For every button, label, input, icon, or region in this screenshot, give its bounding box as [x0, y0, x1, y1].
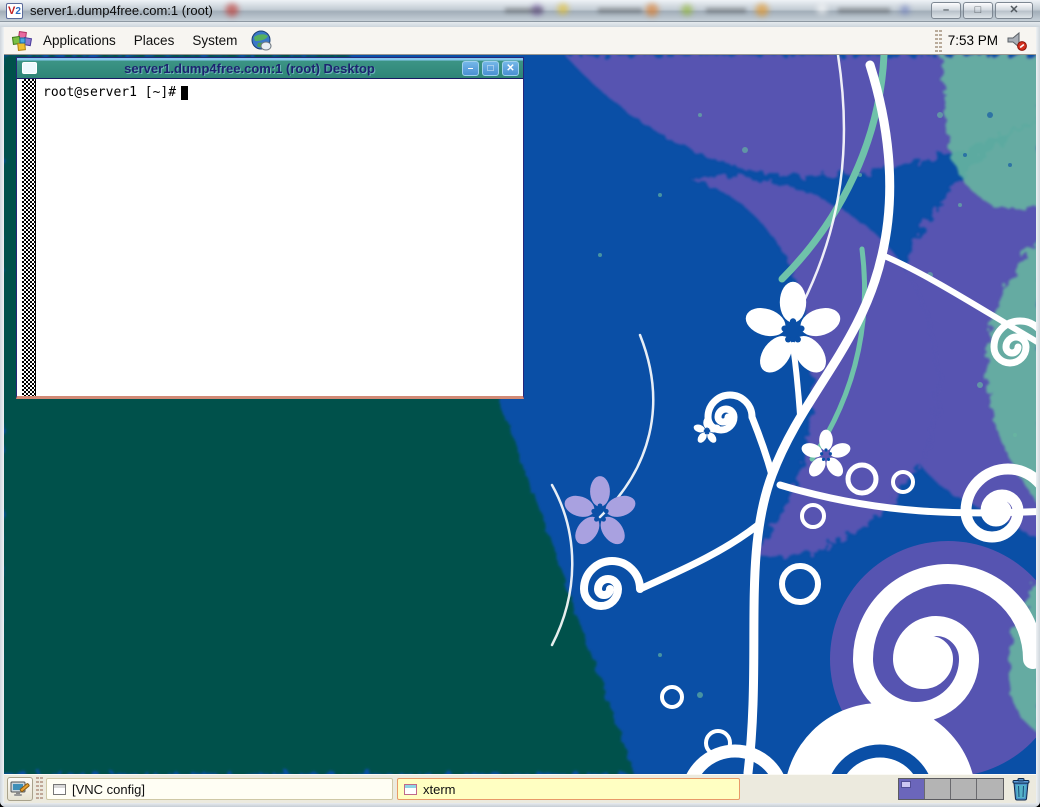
- vnc-viewer-window: V2 server1.dump4free.com:1 (root) – □ ✕ …: [0, 0, 1040, 807]
- xterm-maximize-button[interactable]: □: [482, 61, 499, 76]
- window-frame-left: [0, 27, 4, 807]
- close-button[interactable]: ✕: [995, 2, 1033, 19]
- window-frame-right: [1036, 27, 1040, 807]
- xterm-window-menu-button[interactable]: [22, 62, 37, 74]
- desktop: server1.dump4free.com:1 (root) Desktop –…: [4, 55, 1036, 774]
- vnc-viewer-titlebar[interactable]: V2 server1.dump4free.com:1 (root) – □ ✕: [0, 0, 1040, 22]
- task-button-xterm[interactable]: xterm: [397, 778, 740, 800]
- xterm-window: server1.dump4free.com:1 (root) Desktop –…: [16, 57, 524, 399]
- clock-applet[interactable]: 7:53 PM: [948, 33, 998, 48]
- volume-muted-icon[interactable]: [1006, 31, 1028, 51]
- xterm-titlebar[interactable]: server1.dump4free.com:1 (root) Desktop –…: [17, 58, 523, 79]
- gnome-menubar: Applications Places System 7:53 PM: [4, 27, 1036, 55]
- xterm-close-button[interactable]: ✕: [502, 61, 519, 76]
- trash-applet[interactable]: [1009, 776, 1033, 802]
- applet-drag-handle[interactable]: [934, 30, 942, 52]
- xterm-window-controls: – □ ✕: [462, 61, 519, 76]
- menu-places[interactable]: Places: [125, 27, 184, 54]
- terminal-cursor: [181, 86, 188, 100]
- xterm-minimize-button[interactable]: –: [462, 61, 479, 76]
- trash-icon: [1011, 777, 1031, 801]
- terminal-prompt: root@server1 [~]#: [43, 85, 188, 100]
- task-button-vnc-config[interactable]: [VNC config]: [46, 778, 393, 800]
- maximize-button[interactable]: □: [963, 2, 993, 19]
- tasklist-drag-handle[interactable]: [35, 777, 44, 801]
- workspace-cell-3[interactable]: [951, 779, 977, 799]
- web-browser-icon[interactable]: [250, 29, 274, 53]
- bottom-panel: [VNC config] xterm: [4, 774, 1036, 803]
- menu-system[interactable]: System: [183, 27, 246, 54]
- show-desktop-icon: [10, 780, 30, 798]
- vnc-viewer-title: server1.dump4free.com:1 (root): [30, 3, 213, 18]
- main-menu-icon[interactable]: [10, 29, 34, 53]
- menubar-right-applets: 7:53 PM: [934, 30, 1036, 52]
- window-icon: [404, 784, 417, 795]
- show-desktop-button[interactable]: [7, 777, 33, 801]
- window-icon: [53, 784, 66, 795]
- terminal-scrollbar[interactable]: [22, 79, 36, 396]
- vnc-app-icon[interactable]: V2: [6, 3, 23, 19]
- menu-applications[interactable]: Applications: [34, 27, 125, 54]
- window-frame-top: [0, 22, 1040, 27]
- minimize-button[interactable]: –: [931, 2, 961, 19]
- workspace-cell-4[interactable]: [977, 779, 1003, 799]
- xterm-title: server1.dump4free.com:1 (root) Desktop: [37, 61, 462, 76]
- terminal-content[interactable]: root@server1 [~]#: [17, 79, 523, 396]
- workspace-switcher: [898, 778, 1004, 800]
- workspace-cell-2[interactable]: [925, 779, 951, 799]
- workspace-mini-window: [901, 781, 911, 788]
- window-controls: – □ ✕: [931, 2, 1033, 19]
- workspace-cell-1[interactable]: [899, 779, 925, 799]
- window-frame-bottom: [0, 803, 1040, 807]
